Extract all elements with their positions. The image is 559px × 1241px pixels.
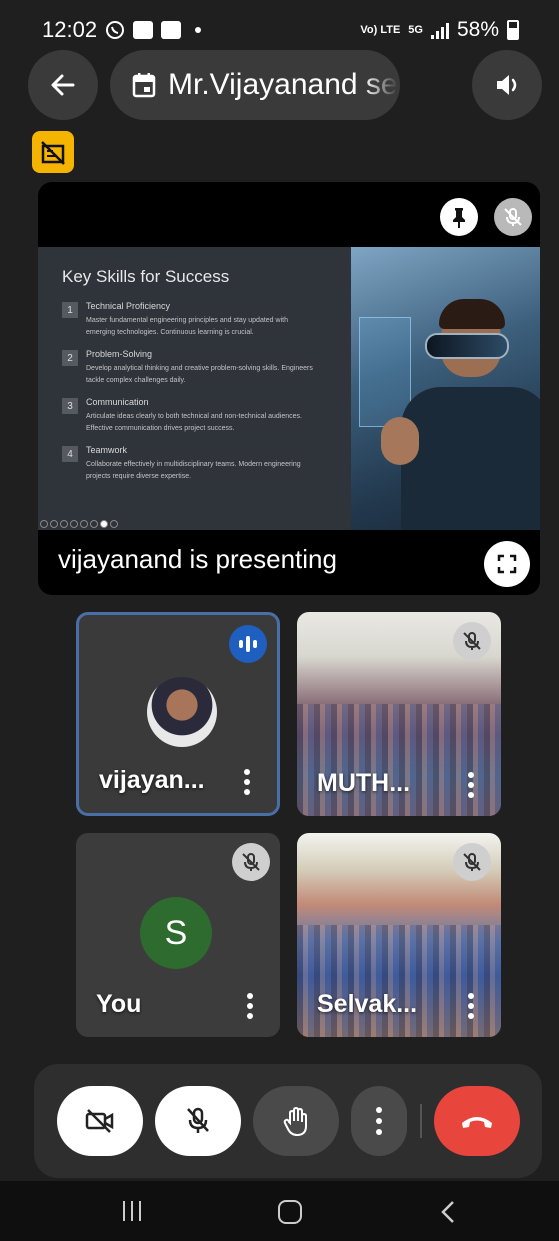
battery-icon <box>507 20 519 40</box>
participant-more-button[interactable] <box>246 993 254 1019</box>
shared-slide: Key Skills for Success 1 Technical Profi… <box>38 247 540 530</box>
back-nav-icon[interactable] <box>440 1199 456 1225</box>
muted-indicator <box>232 843 270 881</box>
status-right: Vo) LTE 5G 58% <box>360 18 519 42</box>
status-time: 12:02 <box>42 17 98 42</box>
participant-tile[interactable]: S You <box>76 833 280 1037</box>
skill-name: Communication <box>86 397 149 407</box>
skill-number: 3 <box>62 398 78 414</box>
participant-tile[interactable]: vijayan... <box>76 612 280 816</box>
fullscreen-button[interactable] <box>484 541 530 587</box>
participant-name: vijayan... <box>99 766 205 794</box>
skill-description: Collaborate effectively in multidiscipli… <box>86 461 301 480</box>
presentation-card[interactable]: Key Skills for Success 1 Technical Profi… <box>38 182 540 595</box>
participant-name: Selvak... <box>317 990 418 1018</box>
participant-name: MUTH... <box>317 769 411 797</box>
home-button[interactable] <box>278 1200 302 1224</box>
slide-content: Key Skills for Success 1 Technical Profi… <box>38 247 351 530</box>
signal-icon <box>430 21 449 39</box>
mic-off-icon <box>463 853 481 871</box>
whatsapp-icon <box>106 21 125 39</box>
more-vertical-icon <box>376 1107 382 1135</box>
audience <box>297 924 501 1037</box>
vr-headset <box>425 333 509 359</box>
skill-number: 4 <box>62 446 78 462</box>
participant-name: You <box>96 990 142 1018</box>
skill-description: Develop analytical thinking and creative… <box>86 365 313 384</box>
speaker-icon <box>497 75 517 95</box>
divider <box>420 1104 422 1138</box>
end-call-icon <box>462 1117 492 1128</box>
participant-more-button[interactable] <box>467 993 475 1019</box>
audience <box>297 703 501 816</box>
person-hand <box>381 417 419 465</box>
presenter-mute-indicator <box>494 198 532 236</box>
participant-tile[interactable]: MUTH... <box>297 612 501 816</box>
skill-name: Problem-Solving <box>86 349 153 359</box>
avatar <box>147 677 217 747</box>
mic-toggle-button[interactable] <box>155 1086 241 1156</box>
captions-off-badge[interactable] <box>32 131 74 173</box>
speaker-button[interactable] <box>472 50 542 120</box>
presenting-label: vijayanand is presenting <box>58 544 337 574</box>
participant-more-button[interactable] <box>467 772 475 798</box>
slide-skill: 2 Problem-Solving Develop analytical thin… <box>62 349 331 387</box>
slide-photo <box>351 247 540 530</box>
slide-skill: 3 Communication Articulate ideas clearly … <box>62 397 331 435</box>
network-label: Vo) LTE <box>360 23 401 36</box>
participant-tile[interactable]: Selvak... <box>297 833 501 1037</box>
mic-off-icon <box>463 632 481 650</box>
avatar: S <box>140 897 212 969</box>
five-g-label: 5G <box>408 23 423 36</box>
call-controls <box>34 1064 542 1178</box>
slide-skill: 1 Technical Proficiency Master fundamenta… <box>62 301 331 339</box>
camera-off-icon <box>85 1109 114 1133</box>
news-icon <box>133 21 154 39</box>
recent-apps-button[interactable] <box>123 1201 141 1221</box>
mic-off-icon <box>504 208 522 226</box>
raise-hand-button[interactable] <box>253 1086 339 1156</box>
participant-more-button[interactable] <box>243 769 251 795</box>
hand-icon <box>283 1106 307 1137</box>
muted-indicator <box>453 843 491 881</box>
mic-off-icon <box>187 1107 209 1133</box>
camera-toggle-button[interactable] <box>57 1086 143 1156</box>
battery-percent: 58% <box>456 18 499 41</box>
mic-off-icon <box>242 853 260 871</box>
status-left: 12:02 <box>42 17 202 43</box>
slide-title: Key Skills for Success <box>62 267 230 286</box>
notification-dot <box>195 27 202 33</box>
gallery-icon <box>161 21 182 39</box>
system-nav-bar <box>0 1181 559 1241</box>
arrow-left-icon <box>51 74 75 96</box>
skill-description: Master fundamental engineering principle… <box>86 317 288 336</box>
slide-skill: 4 Teamwork Collaborate effectively in mul… <box>62 445 331 483</box>
pin-icon <box>453 208 465 228</box>
person-body <box>401 387 540 530</box>
calendar-icon <box>132 73 156 98</box>
person-hair <box>439 299 505 329</box>
skill-description: Articulate ideas clearly to both technic… <box>86 413 302 432</box>
skill-number: 2 <box>62 350 78 366</box>
skill-name: Teamwork <box>86 445 128 455</box>
speaking-indicator <box>229 625 267 663</box>
captions-off-icon <box>41 141 65 165</box>
meeting-header: Mr.Vijayanand ses <box>28 50 542 120</box>
more-options-button[interactable] <box>351 1086 407 1156</box>
meeting-title: Mr.Vijayanand ses <box>168 68 398 101</box>
skill-name: Technical Proficiency <box>86 301 171 311</box>
pin-button[interactable] <box>440 198 478 236</box>
slide-toolbar <box>40 520 118 528</box>
meeting-title-pill[interactable]: Mr.Vijayanand ses <box>110 50 400 120</box>
end-call-button[interactable] <box>434 1086 520 1156</box>
skill-number: 1 <box>62 302 78 318</box>
back-button[interactable] <box>28 50 98 120</box>
fullscreen-icon <box>497 554 517 574</box>
muted-indicator <box>453 622 491 660</box>
